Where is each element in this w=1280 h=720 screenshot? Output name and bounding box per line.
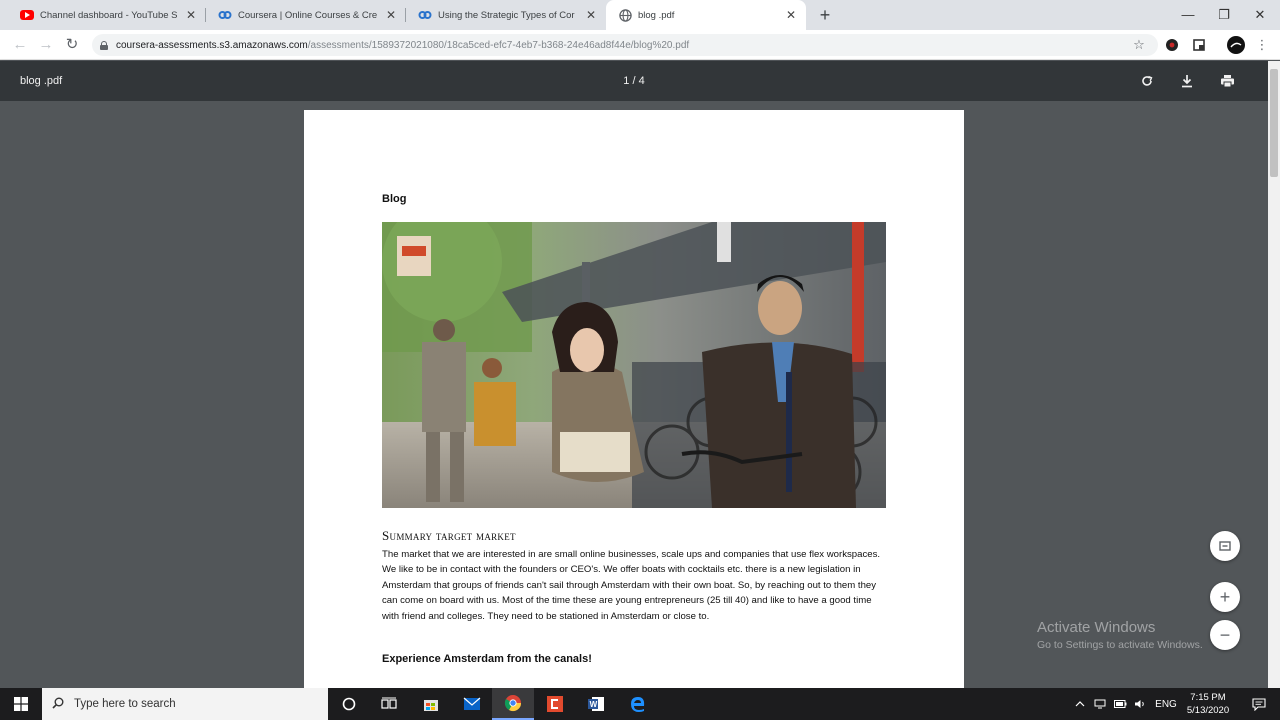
reload-icon[interactable]: ↻ (62, 35, 82, 55)
taskbar-search-box[interactable]: Type here to search (42, 688, 328, 720)
activate-windows-watermark: Activate Windows Go to Settings to activ… (1037, 619, 1203, 651)
task-view-icon[interactable] (368, 688, 410, 720)
extension-icon[interactable] (1162, 35, 1182, 55)
volume-icon[interactable] (1130, 688, 1150, 720)
document-heading: Blog (382, 193, 407, 205)
rotate-icon[interactable] (1137, 71, 1157, 91)
close-icon[interactable]: ✕ (186, 8, 196, 22)
bookmark-star-icon[interactable]: ☆ (1129, 35, 1149, 55)
window-close-icon[interactable]: ✕ (1242, 0, 1278, 30)
forward-arrow-icon[interactable]: → (36, 35, 56, 55)
restore-icon[interactable]: ❐ (1206, 0, 1242, 30)
pdf-toolbar: blog .pdf 1 / 4 (0, 61, 1268, 101)
search-icon (52, 697, 64, 712)
cast-icon[interactable] (1189, 35, 1209, 55)
network-icon[interactable] (1090, 688, 1110, 720)
tab-title: Using the Strategic Types of Cor (438, 9, 575, 21)
coursera-icon (218, 8, 232, 22)
minus-icon: − (1219, 624, 1231, 645)
tab-coursera[interactable]: Coursera | Online Courses & Cre ✕ (206, 0, 406, 30)
summary-paragraph: The market that we are interested in are… (382, 549, 881, 622)
tab-blog-pdf[interactable]: blog .pdf ✕ (606, 0, 806, 30)
mail-icon[interactable] (451, 688, 493, 720)
scrollbar-thumb[interactable] (1270, 69, 1278, 177)
new-tab-button[interactable]: + (815, 4, 835, 26)
plus-icon: + (1219, 586, 1231, 607)
menu-dots-icon[interactable]: ⋮ (1252, 35, 1272, 55)
print-icon[interactable] (1217, 71, 1237, 91)
fit-to-page-button[interactable] (1210, 531, 1240, 561)
windows-taskbar: Type here to search W ENG 7:15 PM 5/13/2… (0, 688, 1280, 720)
section-title: Summary target market (382, 528, 516, 543)
chevron-up-icon[interactable] (1070, 688, 1090, 720)
back-arrow-icon[interactable]: ← (10, 35, 30, 55)
page-indicator: 1 / 4 (623, 75, 645, 87)
close-icon[interactable]: ✕ (586, 8, 596, 22)
svg-text:W: W (590, 700, 598, 709)
clock-time: 7:15 PM (1190, 692, 1226, 703)
store-icon[interactable] (410, 688, 452, 720)
url-path: /assessments/1589372021080/18ca5ced-efc7… (307, 39, 690, 51)
cortana-icon[interactable] (328, 688, 370, 720)
address-bar[interactable]: coursera-assessments.s3.amazonaws.com/as… (92, 34, 1158, 56)
watermark-subtitle: Go to Settings to activate Windows. (1037, 639, 1203, 651)
clock-date: 5/13/2020 (1186, 705, 1230, 716)
edge-icon[interactable] (617, 688, 659, 720)
pdf-viewer[interactable]: Blog Summary target market The market th… (0, 101, 1268, 688)
tab-strategic-types[interactable]: Using the Strategic Types of Cor ✕ (406, 0, 606, 30)
tab-title: blog .pdf (638, 9, 675, 21)
language-indicator[interactable]: ENG (1150, 688, 1182, 720)
minimize-icon[interactable]: — (1170, 0, 1206, 30)
close-icon[interactable]: ✕ (386, 8, 396, 22)
profile-avatar[interactable] (1226, 35, 1246, 55)
download-icon[interactable] (1177, 71, 1197, 91)
page-scrollbar[interactable] (1268, 61, 1280, 688)
coursera-icon (418, 8, 432, 22)
tab-strip: Channel dashboard - YouTube S ✕ Coursera… (0, 0, 1280, 30)
windows-start-icon[interactable] (0, 688, 42, 720)
globe-icon (618, 8, 632, 22)
street-photo (382, 222, 886, 508)
url-host: coursera-assessments.s3.amazonaws.com (116, 39, 308, 51)
youtube-icon (20, 8, 34, 22)
tab-youtube[interactable]: Channel dashboard - YouTube S ✕ (8, 0, 206, 30)
tab-title: Channel dashboard - YouTube S (40, 9, 178, 21)
watermark-title: Activate Windows (1037, 619, 1156, 636)
chrome-icon[interactable] (492, 688, 534, 720)
tab-title: Coursera | Online Courses & Cre (238, 9, 378, 21)
document-subheading: Experience Amsterdam from the canals! (382, 653, 592, 665)
notifications-icon[interactable] (1244, 688, 1274, 720)
zoom-in-button[interactable]: + (1210, 582, 1240, 612)
zoom-out-button[interactable]: − (1210, 620, 1240, 650)
browser-toolbar: ← → ↻ coursera-assessments.s3.amazonaws.… (0, 30, 1280, 60)
close-icon[interactable]: ✕ (786, 8, 796, 22)
battery-icon[interactable] (1110, 688, 1130, 720)
word-icon[interactable]: W (575, 688, 617, 720)
lock-icon (100, 40, 108, 50)
app-tile-icon[interactable] (534, 688, 576, 720)
search-placeholder: Type here to search (74, 698, 176, 710)
pdf-page: Blog Summary target market The market th… (304, 110, 964, 688)
system-clock[interactable]: 7:15 PM 5/13/2020 (1182, 691, 1234, 717)
